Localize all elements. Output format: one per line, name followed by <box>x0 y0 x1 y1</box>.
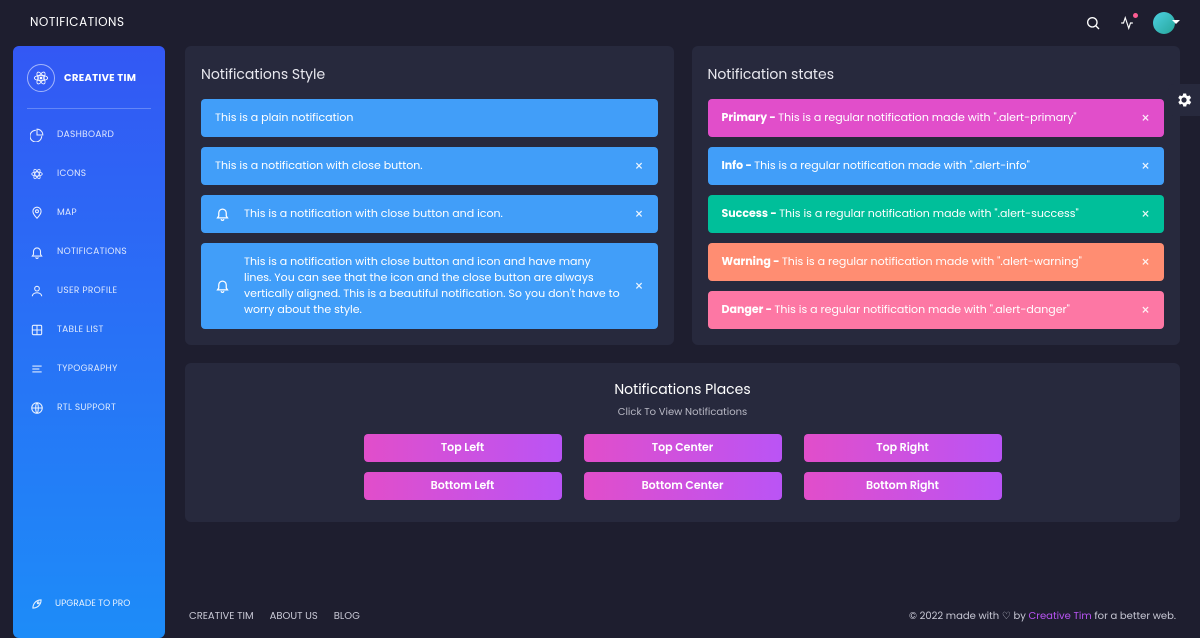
alert-info: Info - This is a regular notification ma… <box>708 147 1165 185</box>
sidebar-item-typography[interactable]: TYPOGRAPHY <box>19 351 159 387</box>
nav-label: TYPOGRAPHY <box>57 363 118 376</box>
footer: CREATIVE TIM ABOUT US BLOG © 2022 made w… <box>185 590 1180 626</box>
card-title: Notification states <box>708 64 1165 85</box>
footer-link-blog[interactable]: BLOG <box>334 608 360 624</box>
nav-label: RTL SUPPORT <box>57 402 116 415</box>
close-icon[interactable]: × <box>634 279 643 293</box>
brand-label: CREATIVE TIM <box>64 70 136 86</box>
close-icon[interactable]: × <box>634 159 643 173</box>
alert-text: Primary - This is a regular notification… <box>722 110 1127 126</box>
close-icon[interactable]: × <box>1141 303 1150 317</box>
page-title: NOTIFICATIONS <box>30 14 125 32</box>
alert-text: This is a notification with close button… <box>244 206 620 222</box>
places-subtitle: Click To View Notifications <box>201 404 1164 420</box>
alert-close: This is a notification with close button… <box>201 147 658 185</box>
close-icon[interactable]: × <box>1141 159 1150 173</box>
bell-icon <box>29 244 45 260</box>
nav-label: USER PROFILE <box>57 285 117 298</box>
nav-label: TABLE LIST <box>57 324 104 337</box>
alert-text: Success - This is a regular notification… <box>722 206 1127 222</box>
places-title: Notifications Places <box>201 379 1164 400</box>
sidebar-item-dashboard[interactable]: DASHBOARD <box>19 117 159 153</box>
sidebar-item-upgrade[interactable]: UPGRADE TO PRO <box>19 586 159 622</box>
sidebar-item-map[interactable]: MAP <box>19 195 159 231</box>
alert-plain: This is a plain notification <box>201 99 658 137</box>
close-icon[interactable]: × <box>1141 111 1150 125</box>
activity-icon[interactable] <box>1119 15 1135 31</box>
bell-icon <box>215 278 230 293</box>
sidebar-item-icons[interactable]: ICONS <box>19 156 159 192</box>
nav-label: MAP <box>57 207 77 220</box>
footer-link-creative-tim[interactable]: CREATIVE TIM <box>189 608 254 624</box>
rocket-icon <box>29 596 45 612</box>
alert-text: Warning - This is a regular notification… <box>722 254 1127 270</box>
alert-text: This is a notification with close button… <box>244 254 620 318</box>
footer-link-about[interactable]: ABOUT US <box>270 608 318 624</box>
avatar-menu[interactable] <box>1153 12 1175 34</box>
top-center-button[interactable]: Top Center <box>584 434 782 462</box>
notifications-style-card: Notifications Style This is a plain noti… <box>185 46 674 345</box>
top-left-button[interactable]: Top Left <box>364 434 562 462</box>
alert-text: This is a plain notification <box>215 110 644 126</box>
close-icon[interactable]: × <box>1141 255 1150 269</box>
react-logo-icon <box>27 64 55 92</box>
pin-icon <box>29 205 45 221</box>
alert-danger: Danger - This is a regular notification … <box>708 291 1165 329</box>
pie-chart-icon <box>29 127 45 143</box>
close-icon[interactable]: × <box>634 207 643 221</box>
settings-fab[interactable] <box>1168 84 1200 116</box>
atom-icon <box>29 166 45 182</box>
upgrade-label: UPGRADE TO PRO <box>55 598 130 611</box>
sidebar-item-notifications[interactable]: NOTIFICATIONS <box>19 234 159 270</box>
footer-copy: © 2022 made with ♡ by Creative Tim for a… <box>909 608 1176 624</box>
nav-label: DASHBOARD <box>57 129 114 142</box>
top-right-button[interactable]: Top Right <box>804 434 1002 462</box>
alert-warning: Warning - This is a regular notification… <box>708 243 1165 281</box>
alert-primary: Primary - This is a regular notification… <box>708 99 1165 137</box>
align-icon <box>29 361 45 377</box>
globe-icon <box>29 400 45 416</box>
sidebar-item-table-list[interactable]: TABLE LIST <box>19 312 159 348</box>
search-icon[interactable] <box>1085 15 1101 31</box>
card-title: Notifications Style <box>201 64 658 85</box>
sidebar: CREATIVE TIM DASHBOARD ICONS MAP NOTIFIC… <box>13 46 165 638</box>
alert-success: Success - This is a regular notification… <box>708 195 1165 233</box>
close-icon[interactable]: × <box>1141 207 1150 221</box>
bottom-center-button[interactable]: Bottom Center <box>584 472 782 500</box>
alert-icon: This is a notification with close button… <box>201 195 658 233</box>
alert-multiline: This is a notification with close button… <box>201 243 658 329</box>
nav-label: ICONS <box>57 168 86 181</box>
bell-icon <box>215 206 230 221</box>
notification-states-card: Notification states Primary - This is a … <box>692 46 1181 345</box>
bottom-left-button[interactable]: Bottom Left <box>364 472 562 500</box>
notification-places-card: Notifications Places Click To View Notif… <box>185 363 1180 522</box>
alert-text: Info - This is a regular notification ma… <box>722 158 1127 174</box>
user-icon <box>29 283 45 299</box>
alert-text: This is a notification with close button… <box>215 158 620 174</box>
nav-label: NOTIFICATIONS <box>57 246 127 259</box>
footer-brand-link[interactable]: Creative Tim <box>1029 608 1092 623</box>
alert-text: Danger - This is a regular notification … <box>722 302 1127 318</box>
puzzle-icon <box>29 322 45 338</box>
brand[interactable]: CREATIVE TIM <box>13 58 165 104</box>
sidebar-item-user-profile[interactable]: USER PROFILE <box>19 273 159 309</box>
bottom-right-button[interactable]: Bottom Right <box>804 472 1002 500</box>
sidebar-item-rtl[interactable]: RTL SUPPORT <box>19 390 159 426</box>
